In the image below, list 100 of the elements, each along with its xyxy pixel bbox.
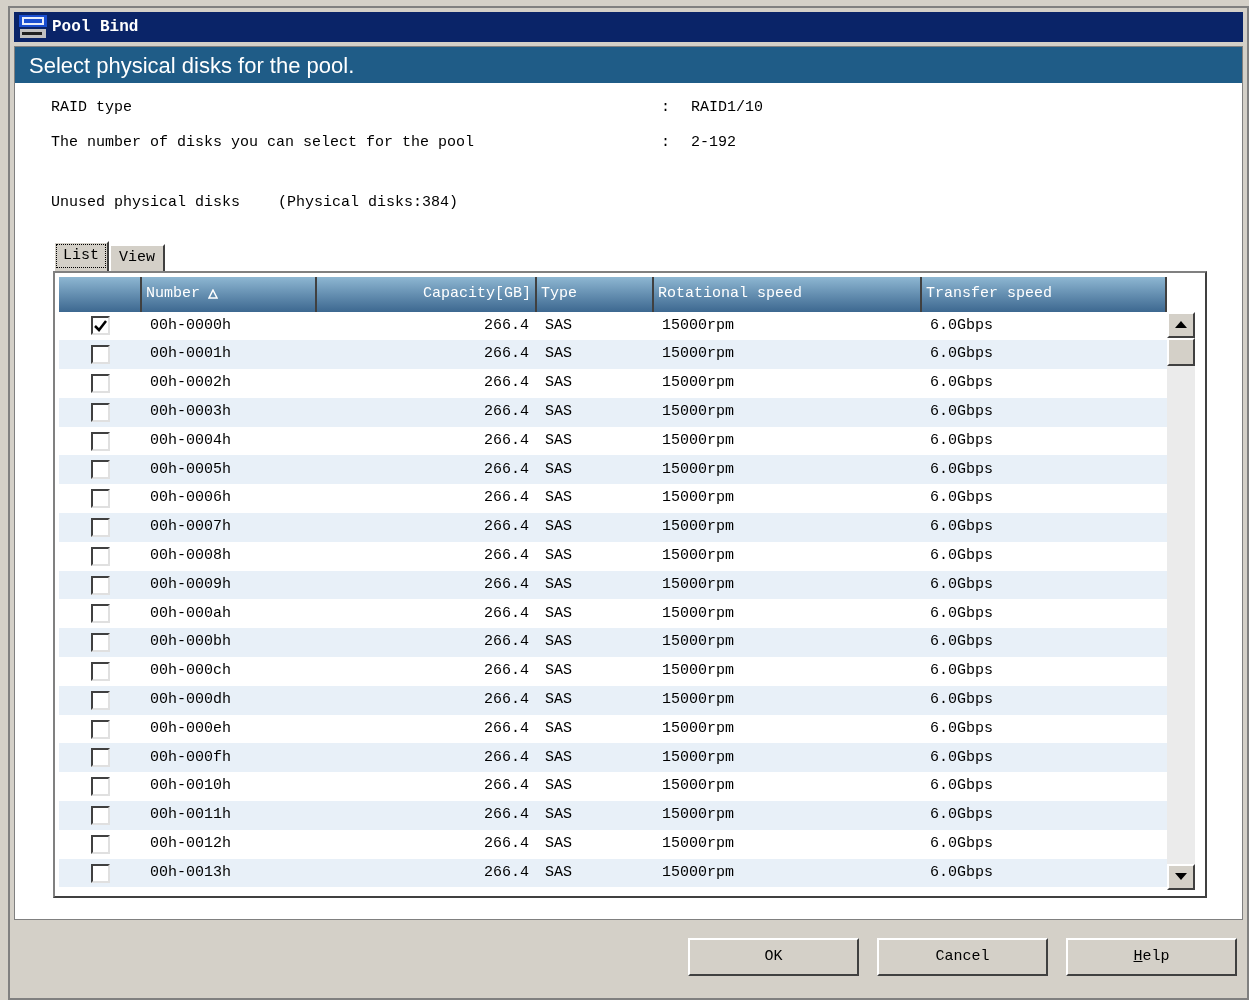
down-arrow-icon [1175,873,1187,880]
table-cell-text: SAS [544,344,573,365]
table-cell-text: 266.4 [483,402,530,423]
table-cell-text: SAS [544,690,573,710]
table-cell-text: SAS [544,834,573,854]
checkbox[interactable] [91,604,110,624]
table-cell-text: 266.4 [483,718,530,739]
table-cell-text: 266.4 [483,690,530,710]
table-cell-text: 00h-0000h [149,315,232,336]
scroll-up-button[interactable] [1167,311,1195,338]
table-cell-text: 15000rpm [661,546,735,566]
table-cell-text: 00h-000dh [149,690,232,710]
table-cell-text: 15000rpm [661,459,735,480]
table-cell-text: 6.0Gbps [929,661,994,682]
banner-text: Select physical disks for the pool. [29,51,355,80]
table-cell-text: 15000rpm [661,834,735,854]
table-cell-text: 00h-0007h [149,517,232,538]
table-cell-text: 15000rpm [661,402,735,423]
table-cell-text: 00h-0005h [149,459,232,480]
check-icon [94,319,107,332]
checkbox[interactable] [91,517,110,537]
table-cell-text: 6.0Gbps [929,747,994,768]
table-cell-text: 15000rpm [661,805,735,826]
checkbox[interactable] [91,719,110,739]
table-cell-text: 00h-0010h [149,776,232,797]
table-cell-text: 266.4 [483,315,530,336]
checkbox[interactable] [91,431,110,451]
checkbox[interactable] [91,690,110,710]
table-cell-text: 00h-0004h [149,430,232,451]
table-cell-text: SAS [544,661,573,682]
disk-count: (Physical disks:384) [278,193,459,213]
table-cell-text: 15000rpm [661,776,735,797]
scrollbar[interactable] [1167,311,1195,890]
table-cell-text: SAS [544,373,573,394]
table-cell-text: 15000rpm [661,315,735,336]
table-cell-text: 15000rpm [661,718,735,739]
section-label: Unused physical disks [51,193,241,213]
table-cell-text: 6.0Gbps [929,546,994,566]
checkbox[interactable] [91,575,110,595]
window-title: Pool Bind [52,17,139,38]
table-cell-text: 6.0Gbps [929,632,994,653]
info-separator: : [661,98,671,118]
info-value: RAID1/10 [691,98,763,118]
table-cell-text: 266.4 [483,546,530,566]
up-arrow-icon [1175,321,1187,328]
checkbox[interactable] [91,374,110,393]
checkbox[interactable] [91,489,110,509]
tab[interactable]: List [53,240,109,271]
table-cell-text: SAS [544,546,573,566]
table-cell-text: 6.0Gbps [929,776,994,797]
dialog-button[interactable]: Help [1066,938,1237,976]
table-cell-text: SAS [544,632,573,653]
table-cell-text: 6.0Gbps [929,459,994,480]
checkbox[interactable] [91,777,110,797]
dialog-button[interactable]: Cancel [877,938,1048,976]
table-cell-text: 6.0Gbps [929,373,994,394]
table-cell-text: SAS [544,603,573,624]
table-cell-text: 15000rpm [661,574,735,595]
table-cell-text: 6.0Gbps [929,718,994,739]
table-cell-text: 266.4 [483,661,530,682]
checkbox[interactable] [91,805,110,825]
checkbox[interactable] [91,633,110,653]
scroll-thumb[interactable] [1167,337,1195,366]
checkbox[interactable] [91,316,110,336]
table-cell-text: 15000rpm [661,373,735,394]
table-cell-text: 00h-000bh [149,632,232,653]
table-cell-text: SAS [544,805,573,826]
table-cell-text: 6.0Gbps [929,315,994,336]
checkbox[interactable] [91,546,110,566]
info-separator: : [661,132,671,153]
table-cell-text: SAS [544,315,573,336]
table-cell-text: SAS [544,747,573,768]
table-cell-text: SAS [544,488,573,509]
table-cell-text: 00h-0012h [149,834,232,854]
checkbox[interactable] [91,661,110,681]
table-cell-text: SAS [544,718,573,739]
checkbox[interactable] [91,748,110,768]
checkbox[interactable] [91,863,110,883]
table-cell-text: 15000rpm [661,517,735,538]
table-cell-text: 266.4 [483,574,530,595]
checkbox[interactable] [91,402,110,422]
info-value: 2-192 [691,132,736,153]
info-label: The number of disks you can select for the pool [51,132,476,153]
table-cell-text: 00h-0011h [149,805,232,826]
table-cell-text: 15000rpm [661,488,735,509]
checkbox[interactable] [91,834,110,854]
table-cell-text: SAS [544,862,573,883]
table-cell-text: 00h-000ch [149,661,232,682]
table-cell-text: 00h-0003h [149,402,232,423]
table-cell-text: 6.0Gbps [929,517,994,538]
tab[interactable]: View [109,243,166,271]
table-cell-text: 15000rpm [661,661,735,682]
checkbox[interactable] [91,345,110,365]
checkbox[interactable] [91,460,110,480]
scroll-down-button[interactable] [1167,863,1195,890]
table-cell-text: 6.0Gbps [929,430,994,451]
table-cell-text: 15000rpm [661,603,735,624]
table-cell-text: 266.4 [483,603,530,624]
table-cell-text: 266.4 [483,344,530,365]
dialog-button[interactable]: OK [688,938,859,976]
